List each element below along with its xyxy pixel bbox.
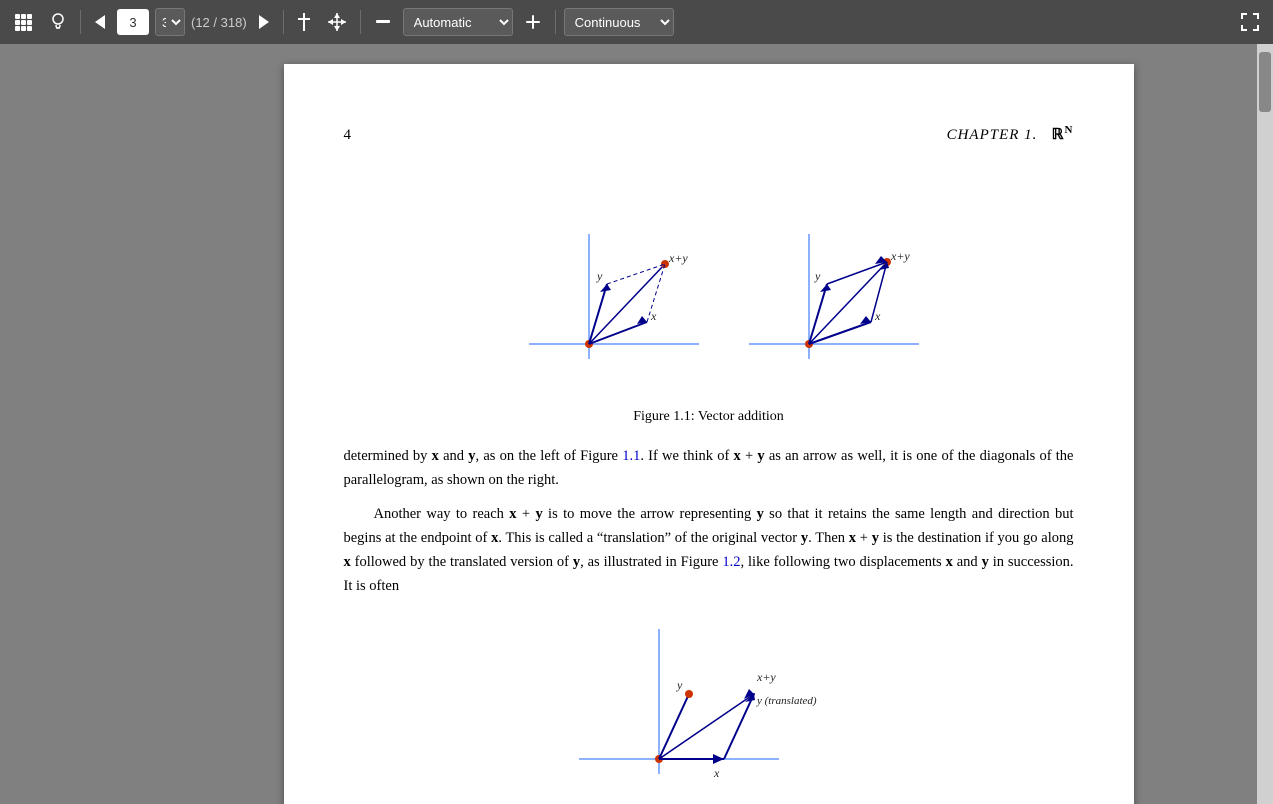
page-number-input[interactable]: 3 — [117, 9, 149, 35]
figure-1-2-svg: x y y (translated) x+y — [559, 609, 859, 804]
apps-button[interactable] — [8, 9, 38, 35]
svg-text:x+y: x+y — [668, 251, 688, 265]
divider1 — [80, 10, 81, 34]
pan-tool-button[interactable] — [322, 9, 352, 35]
svg-text:y: y — [596, 269, 603, 283]
prev-page-button[interactable] — [89, 11, 111, 33]
bulb-button[interactable] — [44, 8, 72, 36]
svg-text:x: x — [713, 766, 720, 780]
scroll-track — [1257, 44, 1273, 804]
svg-text:x+y: x+y — [756, 670, 776, 684]
figure-1-1-caption: Figure 1.1: Vector addition — [344, 409, 1074, 425]
svg-text:x+y: x+y — [890, 249, 910, 263]
scroll-thumb[interactable] — [1259, 52, 1271, 112]
divider4 — [555, 10, 556, 34]
svg-text:y: y — [814, 269, 821, 283]
paragraph-2: Another way to reach x + y is to move th… — [344, 503, 1074, 599]
chapter-title: CHAPTER 1. ℝN — [947, 124, 1074, 144]
zoom-in-button[interactable] — [519, 10, 547, 34]
page-select[interactable]: 3 — [155, 8, 185, 36]
svg-text:y (translated): y (translated) — [756, 695, 817, 707]
main-area: 4 CHAPTER 1. ℝN x — [0, 44, 1273, 804]
figure-1-1-svg: x y x+y — [479, 174, 939, 394]
zoom-select[interactable]: Automatic Actual Size Fit Page Fit Width… — [403, 8, 513, 36]
svg-text:y: y — [676, 678, 683, 692]
figure-1-2-container: x y y (translated) x+y — [344, 609, 1074, 804]
next-page-button[interactable] — [253, 11, 275, 33]
scrollbar[interactable] — [1257, 44, 1273, 804]
cursor-tool-button[interactable] — [292, 9, 316, 35]
page-header: 4 CHAPTER 1. ℝN — [344, 124, 1074, 144]
fig11-link[interactable]: 1.1 — [622, 448, 640, 464]
document-area[interactable]: 4 CHAPTER 1. ℝN x — [160, 44, 1257, 804]
divider2 — [283, 10, 284, 34]
scroll-mode-select[interactable]: Continuous Single Page Two Pages — [564, 8, 674, 36]
divider3 — [360, 10, 361, 34]
fullscreen-button[interactable] — [1235, 9, 1265, 35]
fig12-link[interactable]: 1.2 — [722, 554, 740, 570]
svg-text:x: x — [650, 309, 657, 323]
page-info: (12 / 318) — [191, 15, 247, 30]
svg-text:x: x — [874, 309, 881, 323]
left-panel — [0, 44, 160, 804]
figure-1-1-container: x y x+y — [344, 174, 1074, 394]
zoom-out-button[interactable] — [369, 10, 397, 34]
toolbar: 3 3 (12 / 318) Automatic Actual Size Fit… — [0, 0, 1273, 44]
paragraph-1: determined by x and y, as on the left of… — [344, 445, 1074, 493]
page-number: 4 — [344, 127, 352, 144]
pdf-page: 4 CHAPTER 1. ℝN x — [284, 64, 1134, 804]
